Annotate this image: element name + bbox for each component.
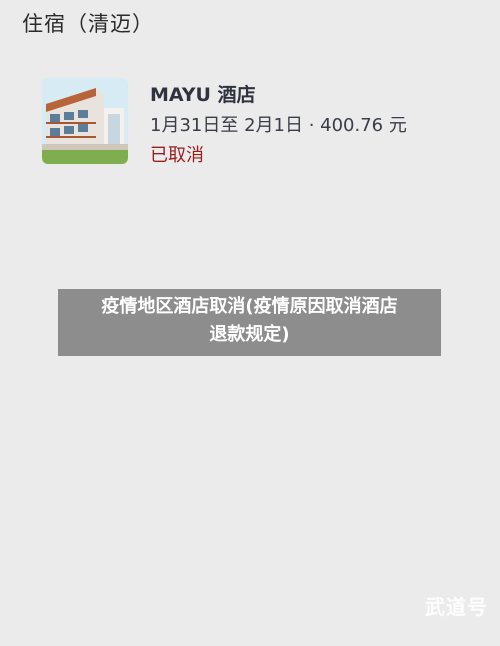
watermark: 武道号 [425, 595, 488, 619]
article-title-banner: 疫情地区酒店取消(疫情原因取消酒店 退款规定) [58, 289, 441, 356]
banner-line-1: 疫情地区酒店取消(疫情原因取消酒店 [101, 296, 398, 317]
hotel-building-icon [42, 78, 128, 164]
hotel-name: MAYU 酒店 [150, 84, 256, 106]
hotel-booking-card[interactable]: MAYU 酒店 1月31日至 2月1日 · 400.76 元 已取消 [0, 68, 500, 178]
booking-dates-price: 1月31日至 2月1日 · 400.76 元 [150, 115, 407, 136]
hotel-thumbnail [42, 78, 128, 164]
booking-status: 已取消 [150, 145, 204, 166]
page-title: 住宿（清迈） [22, 12, 154, 36]
banner-line-2: 退款规定) [209, 324, 290, 345]
